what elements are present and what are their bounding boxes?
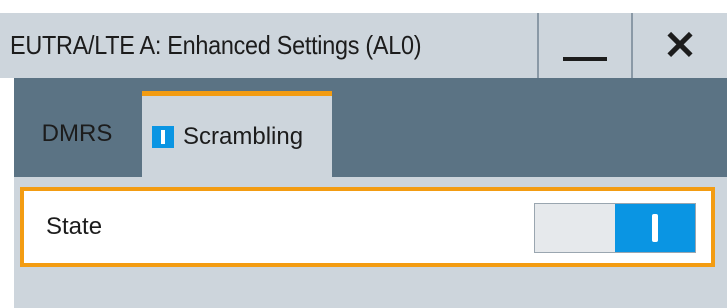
minimize-icon <box>563 56 607 61</box>
tab-scrambling[interactable]: Scrambling <box>142 91 332 177</box>
close-button[interactable]: ✕ <box>633 13 727 78</box>
tab-label: DMRS <box>41 120 113 147</box>
dialog-title: EUTRA/LTE A: Enhanced Settings (AL0) <box>10 30 422 60</box>
minimize-button[interactable] <box>539 13 631 78</box>
settings-content: DMRS Scrambling State <box>14 78 727 308</box>
scrambling-panel: State <box>14 177 727 308</box>
close-icon: ✕ <box>663 23 697 68</box>
toggle-on-knob <box>615 204 695 252</box>
enhanced-settings-dialog: EUTRA/LTE A: Enhanced Settings (AL0) ✕ D… <box>0 0 727 308</box>
tab-label: Scrambling <box>183 122 304 150</box>
state-toggle[interactable] <box>534 203 696 253</box>
state-label: State <box>46 213 103 240</box>
state-setting-row[interactable]: State <box>20 187 715 267</box>
tab-strip: DMRS Scrambling <box>14 91 727 177</box>
tab-dmrs[interactable]: DMRS <box>14 91 140 177</box>
title-bar[interactable]: EUTRA/LTE A: Enhanced Settings (AL0) ✕ <box>0 13 727 78</box>
tab-active-indicator-icon <box>152 125 174 148</box>
